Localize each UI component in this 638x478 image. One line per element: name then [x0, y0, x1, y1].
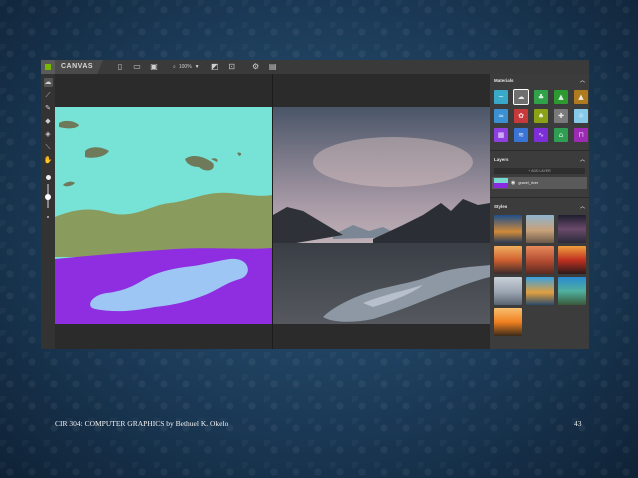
chevron-down-icon: ▼: [194, 64, 200, 70]
style-thumbnail[interactable]: [526, 277, 554, 305]
add-layer-button[interactable]: + ADD LAYER: [494, 168, 585, 174]
slide-footer-course: CIR 304: COMPUTER GRAPHICS by Bethuel K.…: [55, 419, 229, 428]
material-cloud[interactable]: ☁: [513, 89, 529, 105]
styles-title: Styles: [494, 203, 508, 209]
slide-page-number: 43: [574, 419, 582, 428]
brush-min-dot: [47, 216, 49, 218]
material-grass[interactable]: ♠: [534, 109, 548, 123]
brush-size-slider[interactable]: [45, 184, 51, 208]
material-gravel[interactable]: ▦: [494, 128, 508, 142]
top-toolbar: CANVAS ▯ ▭ ▣ ⌕ 100% ▼ ◩ ⊡ ⚙ ▤: [41, 60, 589, 74]
cloud-glow: [313, 137, 473, 187]
panel-divider: [490, 197, 589, 198]
chevron-up-icon[interactable]: ︿: [580, 156, 585, 163]
materials-title: Materials: [494, 77, 514, 83]
style-thumbnail[interactable]: [494, 215, 522, 243]
style-thumbnail[interactable]: [494, 308, 522, 336]
material-dirt[interactable]: ▲: [574, 90, 588, 104]
fill-bucket-icon[interactable]: ◈: [44, 130, 53, 139]
generated-image: [273, 107, 490, 324]
material-sky[interactable]: ☼: [574, 109, 588, 123]
brush-icon[interactable]: ⟋: [44, 91, 53, 100]
settings-icon[interactable]: ⚙: [251, 62, 261, 72]
style-thumbnail[interactable]: [558, 215, 586, 243]
material-sea[interactable]: ≈: [494, 109, 508, 123]
image-frame-icon[interactable]: ◩: [210, 62, 220, 72]
style-thumbnail[interactable]: [526, 215, 554, 243]
tool-strip: ☁ ⟋ ✎ ◆ ◈ ⟍ ✋: [41, 74, 55, 349]
material-tree[interactable]: ♣: [534, 90, 548, 104]
layer-palette-icon[interactable]: ☁: [43, 78, 53, 87]
open-folder-icon[interactable]: ▭: [132, 62, 142, 72]
materials-header[interactable]: Materials ︿: [490, 74, 589, 86]
chevron-up-icon[interactable]: ︿: [580, 203, 585, 210]
segmentation-canvas[interactable]: [55, 107, 272, 324]
material-stone[interactable]: ∿: [534, 128, 548, 142]
brush-size-preview: [45, 175, 51, 180]
eyedropper-icon[interactable]: ⟍: [44, 143, 53, 152]
styles-grid: [490, 212, 589, 339]
comment-icon[interactable]: ▤: [268, 62, 278, 72]
style-thumbnail[interactable]: [558, 277, 586, 305]
new-file-icon[interactable]: ▯: [115, 62, 125, 72]
style-thumbnail[interactable]: [494, 277, 522, 305]
material-river[interactable]: ≋: [514, 128, 528, 142]
material-mountain[interactable]: ▲: [554, 90, 568, 104]
style-thumbnail[interactable]: [558, 246, 586, 274]
panel-divider: [490, 150, 589, 151]
material-bridge[interactable]: ⊓: [574, 128, 588, 142]
style-thumbnail[interactable]: [526, 246, 554, 274]
gaugan-app-window: CANVAS ▯ ▭ ▣ ⌕ 100% ▼ ◩ ⊡ ⚙ ▤ ☁ ⟋ ✎ ◆ ◈ …: [41, 60, 589, 349]
zoom-icon: ⌕: [173, 64, 176, 70]
layers-header[interactable]: Layers ︿: [490, 153, 589, 165]
pan-hand-icon[interactable]: ✋: [44, 156, 53, 165]
eraser-icon[interactable]: ◆: [44, 117, 53, 126]
materials-grid: ~ ☁ ♣ ▲ ▲ ≈ ✿ ♠ ✚ ☼ ▦ ≋ ∿ ⌂ ⊓: [490, 86, 589, 148]
layers-title: Layers: [494, 156, 509, 162]
slider-handle[interactable]: [45, 194, 51, 200]
eye-icon[interactable]: ◉: [511, 180, 515, 186]
right-panel: Materials ︿ ~ ☁ ♣ ▲ ▲ ≈ ✿ ♠ ✚ ☼ ▦ ≋ ∿ ⌂ …: [490, 74, 589, 349]
material-rock[interactable]: ✚: [554, 109, 568, 123]
material-house[interactable]: ⌂: [554, 128, 568, 142]
nvidia-logo: [41, 60, 55, 74]
zoom-control[interactable]: ⌕ 100% ▼: [173, 64, 200, 70]
zoom-value: 100%: [178, 64, 192, 70]
styles-header[interactable]: Styles ︿: [490, 200, 589, 212]
chevron-up-icon[interactable]: ︿: [580, 77, 585, 84]
style-thumbnail[interactable]: [494, 246, 522, 274]
material-water[interactable]: ~: [494, 90, 508, 104]
layer-item[interactable]: ◉ gravel_river: [492, 177, 587, 189]
app-brand: CANVAS: [55, 60, 104, 74]
save-icon[interactable]: ▣: [149, 62, 159, 72]
material-flower[interactable]: ✿: [514, 109, 528, 123]
layer-thumbnail: [494, 178, 508, 188]
export-icon[interactable]: ⊡: [227, 62, 237, 72]
layer-name: gravel_river: [518, 181, 539, 185]
pencil-icon[interactable]: ✎: [44, 104, 53, 113]
